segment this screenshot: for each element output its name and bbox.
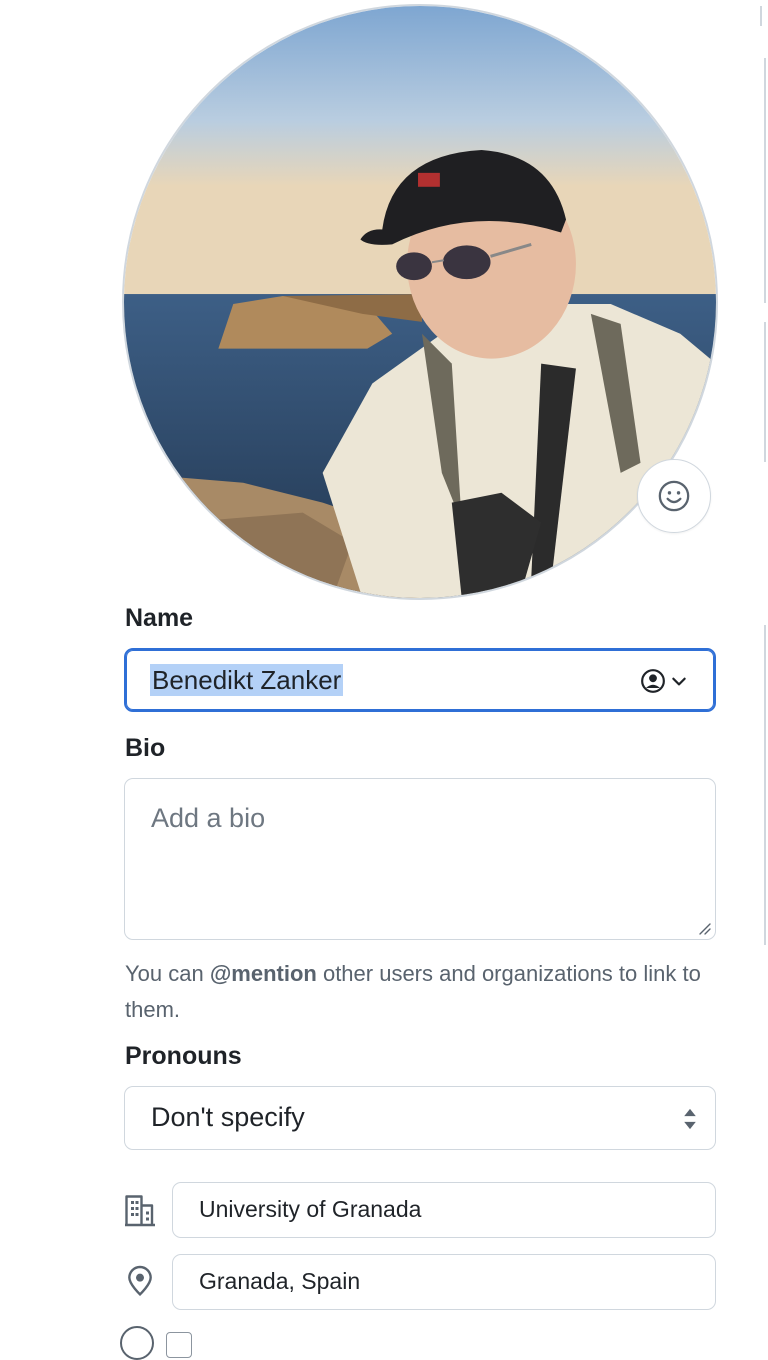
name-value: Benedikt Zanker — [150, 664, 344, 696]
location-input[interactable]: Granada, Spain — [172, 1254, 716, 1310]
clipped-panel-edge — [764, 58, 766, 303]
clipped-next-row — [120, 1326, 192, 1360]
checkbox[interactable] — [166, 1332, 192, 1358]
mention-help-text: You can @mention other users and organiz… — [125, 961, 701, 1022]
company-value: University of Granada — [199, 1196, 422, 1222]
pronouns-select[interactable]: Don't specify — [124, 1086, 716, 1150]
person-circle-icon — [641, 669, 665, 693]
company-input[interactable]: University of Granada — [172, 1182, 716, 1238]
location-icon — [128, 1265, 152, 1296]
pronouns-value: Don't specify — [151, 1102, 305, 1132]
name-label: Name — [125, 604, 194, 632]
clipped-panel-edge — [764, 625, 766, 945]
organization-icon — [125, 1195, 155, 1227]
bio-placeholder: Add a bio — [151, 803, 266, 833]
bio-label: Bio — [125, 734, 166, 762]
name-visibility-dropdown[interactable] — [640, 668, 688, 694]
name-input[interactable]: Benedikt Zanker — [124, 648, 716, 712]
smiley-icon — [658, 480, 690, 512]
clock-icon — [120, 1326, 154, 1360]
avatar-photo — [124, 6, 716, 598]
resize-handle-icon[interactable] — [696, 920, 712, 936]
select-arrows-icon — [684, 1108, 696, 1130]
set-status-button[interactable] — [637, 459, 711, 533]
bio-textarea[interactable]: Add a bio — [124, 778, 716, 940]
clipped-panel-edge — [764, 322, 766, 462]
pronouns-label: Pronouns — [125, 1042, 242, 1070]
chevron-down-icon — [672, 677, 686, 686]
avatar[interactable] — [122, 4, 718, 600]
mention-keyword: @mention — [209, 961, 317, 986]
clipped-panel-edge — [760, 6, 762, 26]
location-value: Granada, Spain — [199, 1268, 361, 1294]
